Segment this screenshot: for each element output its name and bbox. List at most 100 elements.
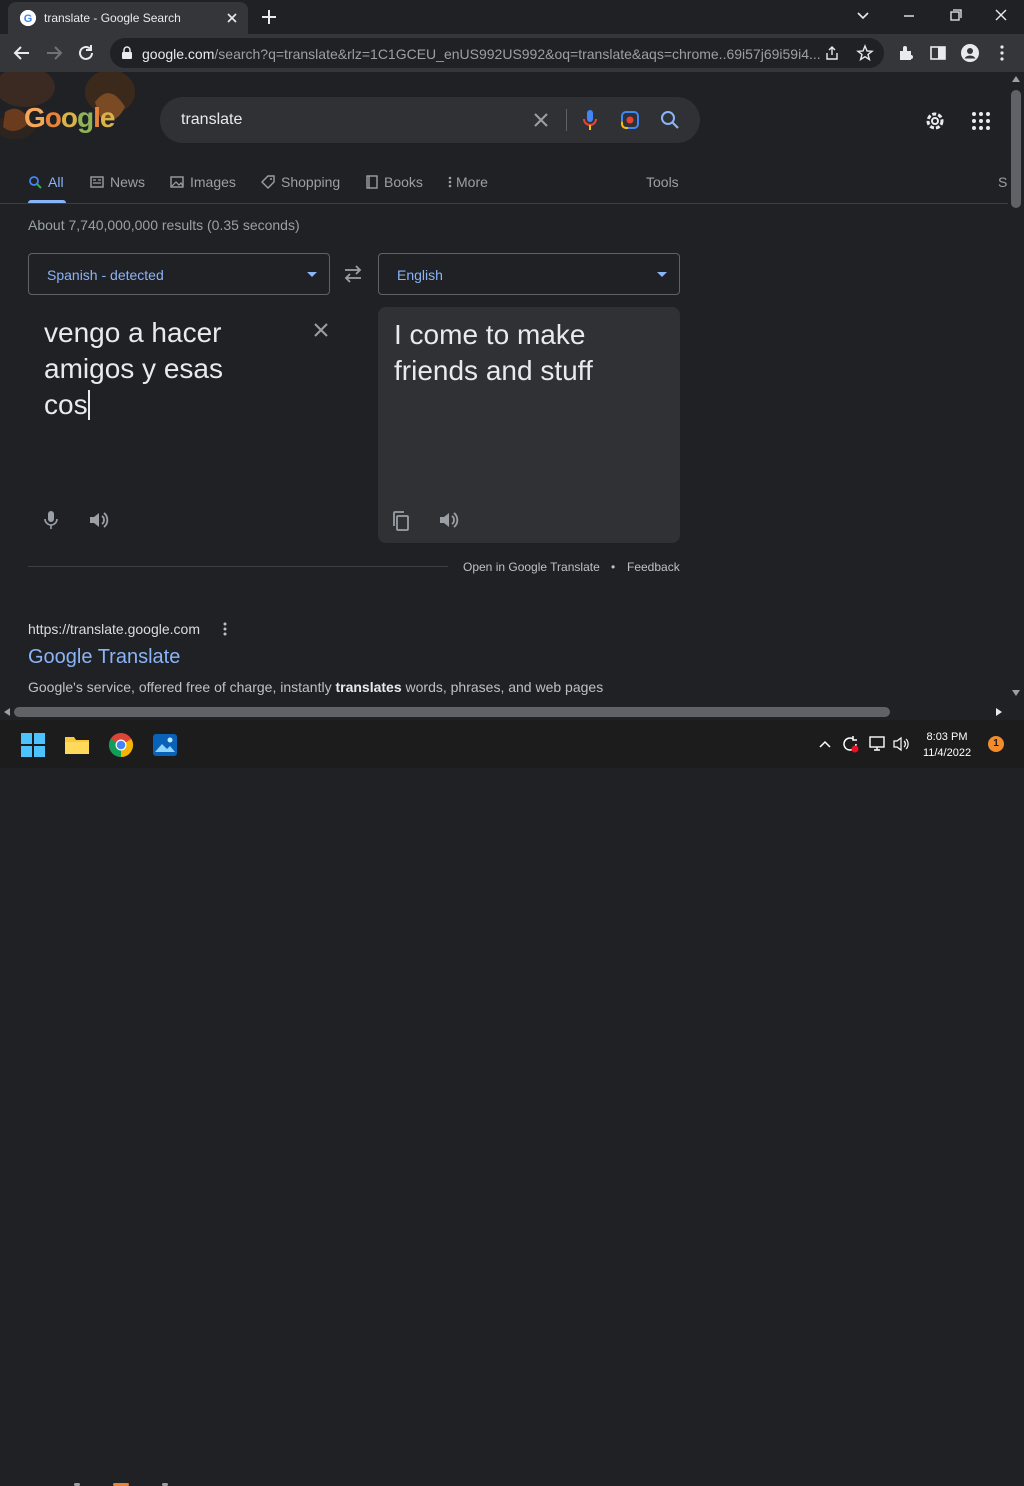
camera-lens-icon[interactable] (620, 110, 640, 130)
url-text: google.com/search?q=translate&rlz=1C1GCE… (142, 46, 822, 62)
browser-tab[interactable]: G translate - Google Search (8, 2, 248, 34)
minimize-icon[interactable] (897, 5, 921, 27)
footer-separator: • (611, 560, 616, 574)
text-cursor (87, 390, 90, 420)
back-icon[interactable] (12, 43, 32, 63)
truncated-tab-label: S (998, 174, 1008, 190)
tab-news[interactable]: News (90, 174, 145, 190)
feedback-link[interactable]: Feedback (627, 560, 680, 574)
browser-toolbar: google.com/search?q=translate&rlz=1C1GCE… (0, 34, 1024, 72)
windows-taskbar: 1 (0, 720, 1024, 1486)
clear-source-icon[interactable] (312, 321, 330, 339)
copy-icon[interactable] (391, 510, 411, 532)
listen-translation-icon[interactable] (438, 510, 460, 530)
url-path: /search?q=translate&rlz=1C1GCEU_enUS992U… (214, 46, 821, 62)
system-clock[interactable]: 8:03 PM 11/4/2022 (912, 729, 982, 761)
profile-icon[interactable] (960, 43, 980, 63)
extensions-icon[interactable] (897, 44, 915, 62)
scroll-left-icon[interactable] (4, 708, 10, 716)
result-url[interactable]: https://translate.google.com (28, 621, 200, 637)
tab-search-icon[interactable] (851, 5, 875, 27)
source-language-select[interactable]: Spanish - detected (28, 253, 330, 295)
tab-books[interactable]: Books (366, 174, 423, 190)
search-query[interactable]: translate (181, 111, 242, 129)
snippet-end: words, phrases, and web pages (401, 679, 604, 695)
search-results-page: Google translate All News Images Shoppin… (0, 72, 1008, 704)
chrome-menu-icon[interactable] (993, 44, 1011, 62)
chrome-icon[interactable] (108, 732, 134, 758)
google-favicon-icon: G (20, 10, 36, 26)
tag-icon (261, 175, 275, 189)
clock-date: 11/4/2022 (922, 747, 972, 759)
result-title-link[interactable]: Google Translate (28, 646, 180, 669)
search-submit-icon[interactable] (660, 110, 680, 130)
apps-grid-icon[interactable] (971, 111, 991, 131)
dots-vertical-icon (448, 176, 452, 188)
microphone-icon[interactable] (581, 109, 599, 131)
reload-icon[interactable] (76, 43, 96, 63)
horizontal-scroll-thumb[interactable] (14, 707, 890, 717)
result-stats: About 7,740,000,000 results (0.35 second… (28, 217, 300, 233)
result-menu-icon[interactable] (220, 621, 230, 637)
vertical-scroll-thumb[interactable] (1011, 90, 1021, 208)
source-language-label: Spanish - detected (47, 267, 164, 283)
volume-icon[interactable] (893, 736, 911, 752)
search-box[interactable]: translate (160, 97, 700, 143)
widget-divider (28, 566, 448, 567)
tab-shopping[interactable]: Shopping (261, 174, 340, 190)
voice-input-icon[interactable] (43, 509, 59, 531)
share-icon[interactable] (824, 45, 840, 61)
tab-label-images: Images (190, 174, 236, 190)
forward-icon[interactable] (44, 43, 64, 63)
listen-source-icon[interactable] (88, 510, 110, 530)
target-language-select[interactable]: English (378, 253, 680, 295)
sync-status-icon[interactable] (841, 735, 859, 753)
bookmark-star-icon[interactable] (856, 44, 874, 62)
tab-all[interactable]: All (28, 174, 64, 190)
tab-more[interactable]: More (448, 174, 488, 190)
truncated-tab[interactable]: S (998, 174, 1007, 190)
tools-label: Tools (646, 174, 679, 190)
lock-icon[interactable] (120, 46, 134, 60)
tab-label-books: Books (384, 174, 423, 190)
notification-badge[interactable]: 1 (988, 736, 1004, 752)
clock-time: 8:03 PM (926, 731, 968, 743)
source-text: vengo a hacer amigos y esas cos (44, 317, 223, 420)
google-logo[interactable]: Google (24, 102, 115, 134)
photos-app-icon[interactable] (152, 732, 178, 758)
snippet-start: Google's service, offered free of charge… (28, 679, 336, 695)
swap-languages-icon[interactable] (342, 264, 364, 284)
settings-gear-icon[interactable] (923, 109, 947, 133)
side-panel-icon[interactable] (929, 44, 947, 62)
file-explorer-icon[interactable] (64, 732, 90, 758)
tab-strip: G translate - Google Search (0, 0, 1024, 34)
new-tab-icon[interactable] (259, 7, 279, 27)
scroll-right-icon[interactable] (996, 708, 1002, 716)
clear-search-icon[interactable] (532, 111, 550, 129)
search-divider (566, 109, 567, 131)
active-tab-indicator (28, 200, 66, 203)
restore-icon[interactable] (943, 5, 967, 27)
search-icon (29, 176, 42, 189)
address-bar[interactable]: google.com/search?q=translate&rlz=1C1GCE… (110, 38, 884, 68)
tab-images[interactable]: Images (170, 174, 236, 190)
tab-label-more: More (456, 174, 488, 190)
target-language-label: English (397, 267, 443, 283)
tools-button[interactable]: Tools (646, 174, 679, 190)
scroll-up-icon[interactable] (1012, 76, 1020, 82)
close-tab-icon[interactable] (224, 10, 240, 26)
close-window-icon[interactable] (989, 5, 1013, 27)
tab-label-shopping: Shopping (281, 174, 341, 190)
translated-text: I come to make friends and stuff (394, 319, 593, 386)
network-icon[interactable] (869, 736, 887, 752)
search-type-tabs: All News Images Shopping Books More Tool… (0, 168, 1008, 204)
source-text-container[interactable]: vengo a hacer amigos y esas cos (44, 315, 294, 423)
source-text-area[interactable]: vengo a hacer amigos y esas cos (28, 307, 330, 543)
translation-output-area: I come to make friends and stuff (378, 307, 680, 543)
show-hidden-icons-chevron-icon[interactable] (818, 739, 832, 749)
windows-start-icon[interactable] (20, 732, 46, 758)
open-in-translate-link[interactable]: Open in Google Translate (463, 560, 600, 574)
scroll-down-icon[interactable] (1012, 690, 1020, 696)
dropdown-caret-icon (307, 272, 317, 277)
tab-label-news: News (110, 174, 146, 190)
